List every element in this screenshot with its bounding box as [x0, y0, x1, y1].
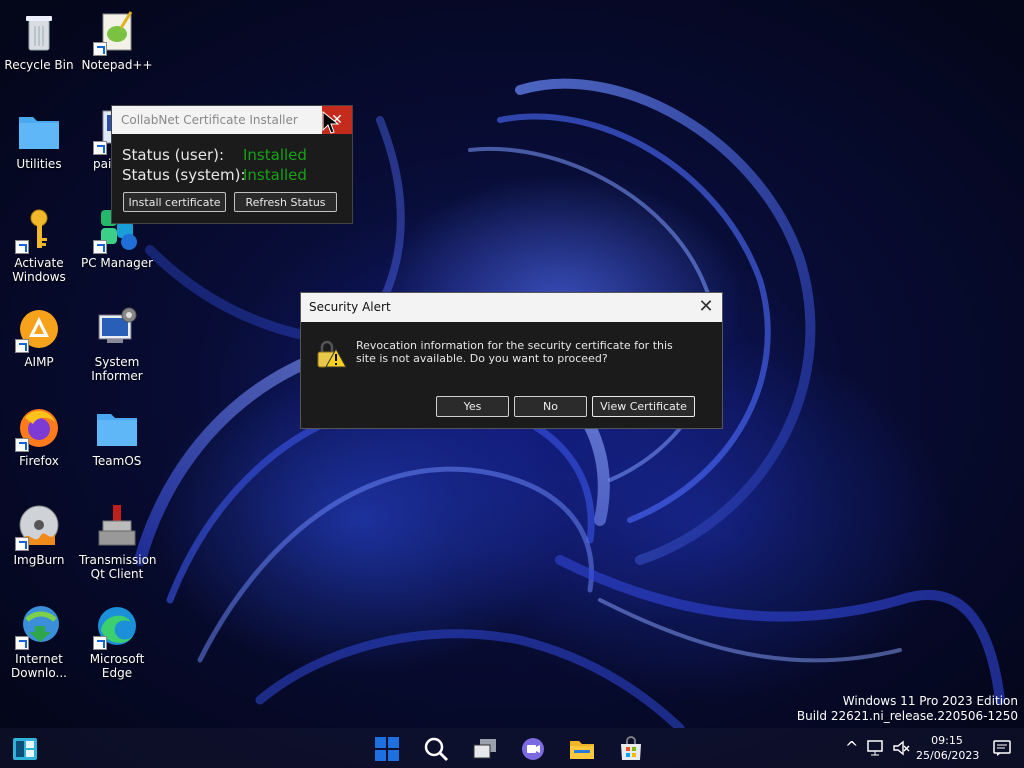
shortcut-arrow-icon: [93, 141, 107, 155]
show-hidden-icons-button[interactable]: ^: [845, 738, 858, 757]
chat-button[interactable]: [520, 736, 546, 762]
status-user-value: Installed: [243, 146, 307, 164]
desktop-icon-label: Notepad++: [81, 58, 153, 72]
taskbar: ^ 09:15 25/06/2023: [0, 728, 1024, 768]
widgets-button[interactable]: [12, 736, 38, 762]
close-icon: ✕: [698, 296, 714, 317]
dialog-titlebar[interactable]: Security Alert ✕: [301, 293, 722, 322]
shortcut-arrow-icon: [93, 240, 107, 254]
desktop-icon-imgburn[interactable]: ImgBurn: [1, 503, 77, 567]
desktop-icon-label: ImgBurn: [13, 553, 65, 567]
status-user-label: Status (user):: [122, 146, 225, 164]
desktop-icon-edge[interactable]: Microsoft Edge: [79, 602, 155, 680]
network-icon-button[interactable]: [866, 739, 884, 760]
aimp-icon: [15, 305, 63, 353]
shortcut-arrow-icon: [15, 537, 29, 551]
clock-time: 09:15: [931, 734, 963, 747]
shortcut-arrow-icon: [15, 438, 29, 452]
desktop-icon-label: Microsoft Edge: [89, 652, 145, 680]
refresh-status-button[interactable]: Refresh Status: [234, 192, 337, 212]
internet-download-manager-icon: [15, 602, 63, 650]
task-view-icon: [473, 739, 496, 759]
desktop-icon-label: Transmission Qt Client: [79, 553, 157, 581]
imgburn-icon: [15, 503, 63, 551]
close-button[interactable]: ✕: [696, 293, 716, 322]
clock[interactable]: 09:15 25/06/2023: [916, 733, 980, 763]
desktop-icon-aimp[interactable]: AIMP: [1, 305, 77, 369]
desktop-icon-label: System Informer: [91, 355, 143, 383]
mouse-cursor-icon: [322, 111, 340, 134]
status-system-label: Status (system):: [122, 166, 246, 184]
file-explorer-button[interactable]: [569, 736, 595, 762]
windows-watermark: Windows 11 Pro 2023 Edition Build 22621.…: [797, 694, 1018, 724]
volume-muted-icon: [893, 740, 910, 756]
warning-lock-icon: [317, 340, 347, 368]
search-button[interactable]: [423, 736, 449, 762]
desktop-icon-utilities[interactable]: Utilities: [1, 107, 77, 171]
clock-date: 25/06/2023: [916, 749, 980, 762]
folder-icon: [93, 404, 141, 452]
network-icon: [867, 740, 883, 756]
store-button[interactable]: [618, 736, 644, 762]
firefox-icon: [15, 404, 63, 452]
desktop-icon-label: Utilities: [16, 157, 62, 171]
status-user-row: Status (user):: [122, 146, 224, 164]
desktop-icon-label: PC Manager: [80, 256, 154, 270]
file-explorer-icon: [570, 741, 594, 759]
start-icon: [375, 737, 399, 761]
desktop-icon-label: Internet Downlo...: [11, 652, 67, 680]
recycle-bin-icon: [15, 8, 63, 56]
shortcut-arrow-icon: [93, 636, 107, 650]
desktop-icon-label: Firefox: [19, 454, 59, 468]
view-certificate-button[interactable]: View Certificate: [592, 396, 695, 417]
desktop-icon-internet-download[interactable]: Internet Downlo...: [1, 602, 77, 680]
system-informer-icon: [93, 305, 141, 353]
notepadpp-icon: [93, 8, 141, 56]
window-title: CollabNet Certificate Installer: [121, 113, 298, 127]
key-icon: [15, 206, 63, 254]
shortcut-arrow-icon: [15, 339, 29, 353]
notifications-button[interactable]: [993, 739, 1011, 760]
desktop-icon-teamos[interactable]: TeamOS: [79, 404, 155, 468]
desktop-icon-label: Activate Windows: [12, 256, 66, 284]
store-icon: [621, 736, 641, 760]
notification-icon: [993, 740, 1011, 756]
chevron-up-icon: ^: [845, 738, 859, 757]
window-titlebar[interactable]: CollabNet Certificate Installer ✕: [112, 106, 352, 134]
shortcut-arrow-icon: [15, 636, 29, 650]
desktop-icon-firefox[interactable]: Firefox: [1, 404, 77, 468]
alert-message: Revocation information for the security …: [356, 339, 673, 365]
yes-button[interactable]: Yes: [436, 396, 509, 417]
chat-icon: [522, 738, 544, 760]
watermark-build: Build 22621.ni_release.220506-1250: [796, 709, 1018, 723]
watermark-edition: Windows 11 Pro 2023 Edition: [842, 694, 1018, 708]
search-icon: [424, 737, 448, 761]
collabnet-window: CollabNet Certificate Installer ✕ Status…: [111, 105, 353, 224]
no-button[interactable]: No: [514, 396, 587, 417]
install-certificate-button[interactable]: Install certificate: [123, 192, 226, 212]
shortcut-arrow-icon: [15, 240, 29, 254]
desktop-icon-notepadpp[interactable]: Notepad++: [79, 8, 155, 72]
dialog-title: Security Alert: [309, 300, 391, 314]
desktop-icon-recycle-bin[interactable]: Recycle Bin: [1, 8, 77, 72]
transmission-icon: [93, 503, 141, 551]
edge-icon: [93, 602, 141, 650]
task-view-button[interactable]: [472, 736, 498, 762]
desktop-icon-system-informer[interactable]: System Informer: [79, 305, 155, 383]
desktop-icon-transmission[interactable]: Transmission Qt Client: [79, 503, 157, 581]
widgets-icon: [13, 738, 37, 760]
desktop-icon-label: Recycle Bin: [4, 58, 74, 72]
volume-icon-button[interactable]: [892, 739, 910, 760]
desktop-icon-label: AIMP: [24, 355, 54, 369]
status-system-value: Installed: [243, 166, 307, 184]
desktop-icon-activate-windows[interactable]: Activate Windows: [1, 206, 77, 284]
folder-icon: [15, 107, 63, 155]
start-button[interactable]: [374, 736, 400, 762]
desktop-icon-label: TeamOS: [92, 454, 142, 468]
security-alert-dialog: Security Alert ✕ Revocation information …: [300, 292, 723, 429]
shortcut-arrow-icon: [93, 42, 107, 56]
status-system-row: Status (system):: [122, 166, 246, 184]
